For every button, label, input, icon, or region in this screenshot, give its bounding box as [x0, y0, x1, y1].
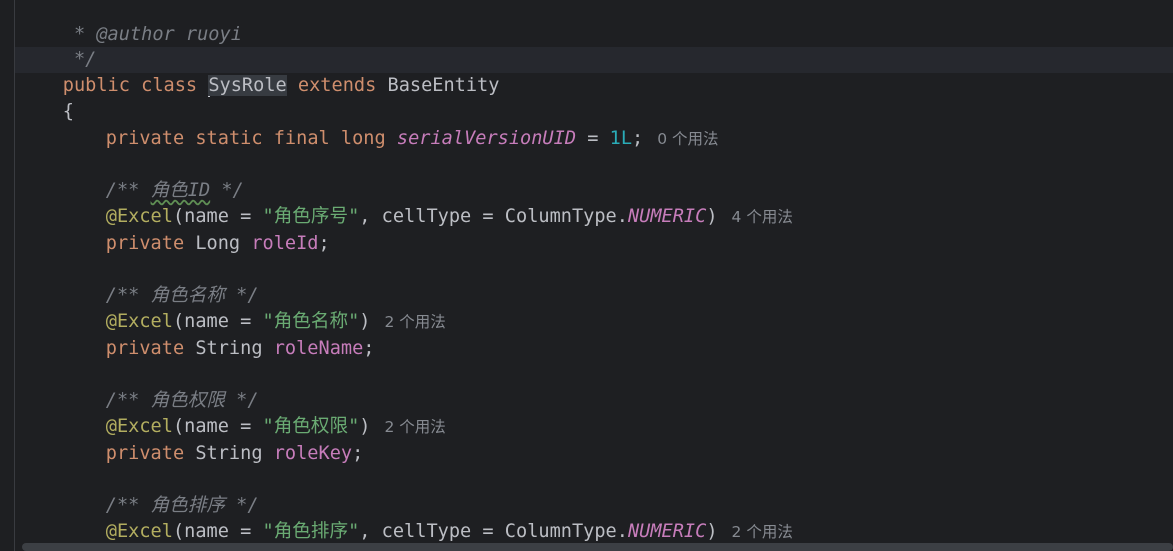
code-editor[interactable]: * @author ruoyi */ public class SysRole … — [0, 0, 1173, 551]
field-name[interactable]: roleKey — [274, 443, 352, 464]
type-name: String — [184, 443, 274, 464]
keyword-final: final — [273, 128, 330, 149]
static-field-name[interactable]: serialVersionUID — [397, 128, 576, 149]
gutter-divider — [14, 0, 15, 551]
semicolon: ; — [363, 338, 375, 359]
code-line-comment-end[interactable]: */ — [18, 21, 96, 70]
semicolon: ; — [352, 443, 364, 464]
semicolon: ; — [632, 128, 644, 149]
code-line-class-declaration[interactable]: public class SysRole extends BaseEntity — [18, 47, 499, 97]
code-line-serial-version[interactable]: private static final long serialVersionU… — [61, 100, 719, 149]
close-paren: ) — [706, 206, 718, 227]
code-line-author[interactable]: * @author ruoyi — [18, 0, 242, 45]
usage-inlay-hint[interactable]: 4 个用法 — [732, 208, 793, 226]
field-name[interactable]: roleName — [274, 338, 364, 359]
annotation-args: , cellType = ColumnType. — [359, 521, 628, 542]
keyword-private: private — [105, 443, 185, 464]
usage-inlay-hint[interactable]: 2 个用法 — [732, 523, 793, 541]
keyword-private: private — [105, 233, 185, 254]
code-line-rolekey-annotation[interactable]: @Excel(name = "角色权限") 2 个用法 — [61, 388, 446, 437]
usage-inlay-hint[interactable]: 2 个用法 — [384, 418, 445, 436]
code-line-rolekey-field[interactable]: private String roleKey; — [61, 415, 364, 464]
code-line-rolename-field[interactable]: private String roleName; — [61, 310, 375, 359]
parent-class-name[interactable]: BaseEntity — [388, 75, 500, 96]
code-line-open-brace[interactable]: { — [18, 73, 74, 122]
keyword-private: private — [105, 338, 185, 359]
keyword-private: private — [105, 128, 185, 149]
code-line-rolesort-comment[interactable]: /** 角色排序 */ — [61, 467, 259, 516]
code-line-rolesort-annotation[interactable]: @Excel(name = "角色排序", cellType = ColumnT… — [61, 493, 793, 542]
annotation-args: , cellType = ColumnType. — [359, 206, 628, 227]
number-literal: 1L — [609, 128, 633, 149]
type-name: Long — [184, 233, 252, 254]
usage-inlay-hint[interactable]: 2 个用法 — [384, 313, 445, 331]
semicolon: ; — [318, 233, 330, 254]
code-line-roleid-annotation[interactable]: @Excel(name = "角色序号", cellType = ColumnT… — [61, 178, 793, 227]
keyword-static: static — [195, 128, 263, 149]
code-line-roleid-comment[interactable]: /** 角色ID */ — [61, 152, 244, 201]
usage-inlay-hint[interactable]: 0 个用法 — [657, 130, 718, 148]
keyword-class: class — [141, 75, 198, 96]
code-line-roleid-field[interactable]: private Long roleId; — [61, 205, 330, 254]
operator-assign: = — [576, 128, 610, 149]
code-line-rolename-comment[interactable]: /** 角色名称 */ — [61, 257, 259, 306]
type-name: String — [184, 338, 274, 359]
enum-constant[interactable]: NUMERIC — [628, 206, 706, 227]
keyword-extends: extends — [297, 75, 377, 96]
horizontal-scrollbar[interactable] — [22, 543, 1173, 551]
code-line-rolekey-comment[interactable]: /** 角色权限 */ — [61, 362, 259, 411]
code-line-rolename-annotation[interactable]: @Excel(name = "角色名称") 2 个用法 — [61, 283, 446, 332]
field-name[interactable]: roleId — [251, 233, 318, 254]
enum-constant[interactable]: NUMERIC — [628, 521, 706, 542]
class-name[interactable]: SysRole — [208, 75, 287, 96]
close-paren: ) — [706, 521, 718, 542]
keyword-long: long — [340, 128, 386, 149]
